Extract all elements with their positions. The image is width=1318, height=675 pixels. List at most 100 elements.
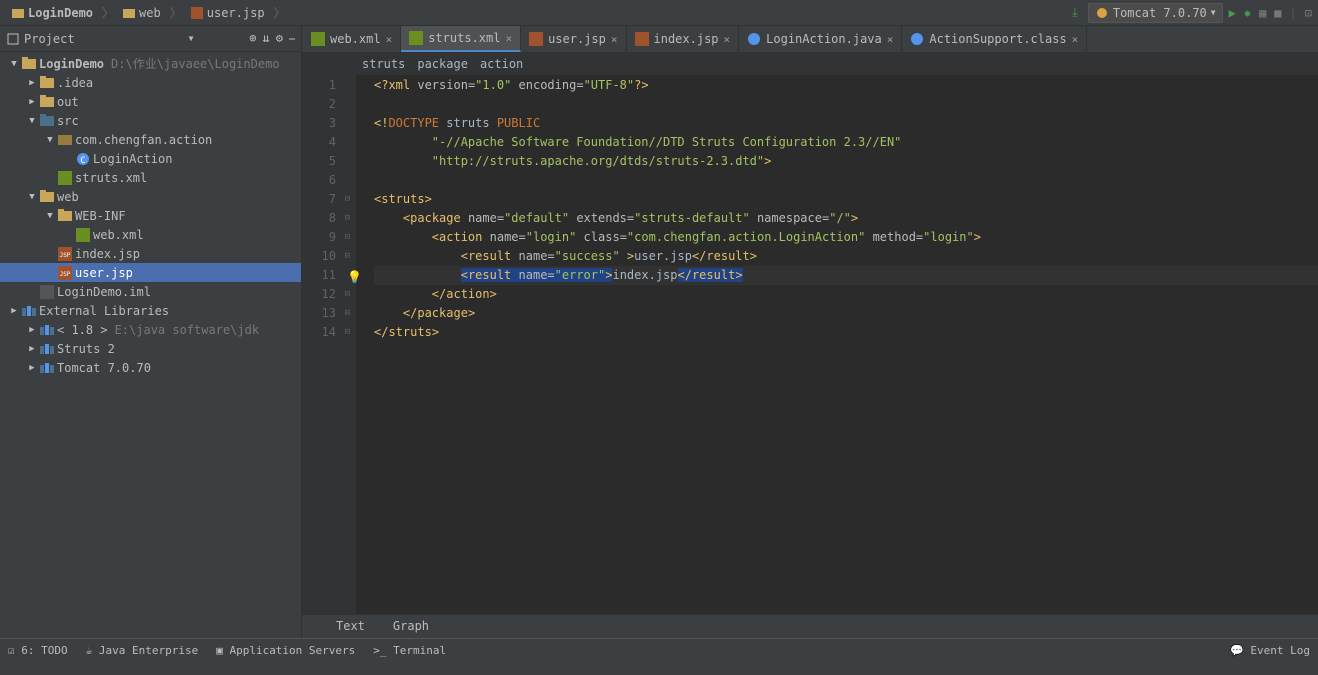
gutter-line[interactable]: 9⊟ [302, 228, 336, 247]
jsp-icon: JSP [58, 266, 72, 280]
crumb-item[interactable]: struts [362, 57, 405, 71]
stop-button[interactable]: ■ [1274, 6, 1281, 20]
view-tab-graph[interactable]: Graph [379, 615, 443, 638]
tree-arrow-icon[interactable]: ▼ [45, 135, 55, 145]
tab-actionsupport-class[interactable]: ActionSupport.class× [902, 26, 1087, 52]
collapse-icon[interactable]: ⇊ [263, 31, 270, 46]
status-java-ee[interactable]: ☕ Java Enterprise [86, 644, 199, 657]
tab-loginaction-java[interactable]: LoginAction.java× [739, 26, 902, 52]
tab-web-xml[interactable]: web.xml× [303, 26, 401, 52]
iml-icon [40, 285, 54, 299]
gutter-line[interactable]: 13⊟ [302, 304, 336, 323]
gutter-line[interactable]: 3 [302, 114, 336, 133]
gutter-line[interactable]: 2 [302, 95, 336, 114]
status-todo[interactable]: ☑ 6: TODO [8, 644, 68, 657]
close-icon[interactable]: × [1072, 33, 1079, 46]
fold-icon[interactable]: ⊟ [345, 209, 350, 228]
tree-arrow-icon[interactable]: ▶ [27, 78, 37, 88]
editor-breadcrumbs: struts package action [302, 53, 1318, 75]
code-editor[interactable]: 1234567⊟8⊟9⊟10⊟11💡12⊟13⊟14⊟ <?xml versio… [302, 75, 1318, 614]
xml-file-icon [311, 32, 325, 46]
tree-node-logindemo[interactable]: ▼LoginDemoD:\作业\javaee\LoginDemo [0, 54, 301, 73]
svg-text:JSP: JSP [60, 271, 71, 278]
gear-icon[interactable]: ⚙ [276, 31, 283, 46]
tomcat-icon [1095, 6, 1109, 20]
search-button[interactable]: ⊡ [1305, 6, 1312, 20]
lib-icon [40, 342, 54, 356]
tree-node-index-jsp[interactable]: JSPindex.jsp [0, 244, 301, 263]
tree-node-user-jsp[interactable]: JSPuser.jsp [0, 263, 301, 282]
tree-arrow-icon[interactable]: ▶ [27, 344, 37, 354]
tree-arrow-icon[interactable]: ▼ [9, 59, 19, 69]
tree-node--idea[interactable]: ▶.idea [0, 73, 301, 92]
crumb-item[interactable]: action [480, 57, 523, 71]
run-button[interactable]: ▶ [1229, 6, 1236, 20]
tree-arrow-icon[interactable]: ▶ [9, 306, 19, 316]
gutter-line[interactable]: 8⊟ [302, 209, 336, 228]
tree-node---1-8--[interactable]: ▶< 1.8 >E:\java software\jdk [0, 320, 301, 339]
close-icon[interactable]: × [724, 33, 731, 46]
tree-node-src[interactable]: ▼src [0, 111, 301, 130]
hide-icon[interactable]: ⎯ [289, 31, 295, 46]
tab-user-jsp[interactable]: user.jsp× [521, 26, 626, 52]
tab-index-jsp[interactable]: index.jsp× [627, 26, 740, 52]
gutter-line[interactable]: 4 [302, 133, 336, 152]
tree-node-web-xml[interactable]: web.xml [0, 225, 301, 244]
status-terminal[interactable]: >_ Terminal [373, 644, 446, 657]
tree-node-external-libraries[interactable]: ▶External Libraries [0, 301, 301, 320]
tree-arrow-icon[interactable]: ▼ [45, 211, 55, 221]
tree-node-com-chengfan-action[interactable]: ▼com.chengfan.action [0, 130, 301, 149]
fold-icon[interactable]: ⊟ [345, 304, 350, 323]
tree-arrow-icon[interactable]: ▼ [27, 116, 37, 126]
gutter-line[interactable]: 12⊟ [302, 285, 336, 304]
scroll-from-source-icon[interactable]: ⊕ [249, 31, 256, 46]
status-app-servers[interactable]: ▣ Application Servers [216, 644, 355, 657]
gutter-line[interactable]: 10⊟ [302, 247, 336, 266]
build-icon[interactable]: ⤓ [1068, 6, 1082, 20]
tree-node-loginaction[interactable]: CLoginAction [0, 149, 301, 168]
tree-arrow-icon[interactable]: ▶ [27, 363, 37, 373]
tree-arrow-icon[interactable]: ▶ [27, 325, 37, 335]
project-tree[interactable]: ▼LoginDemoD:\作业\javaee\LoginDemo▶.idea▶o… [0, 52, 301, 638]
chevron-right-icon: 〉 [102, 4, 114, 21]
tab-struts-xml[interactable]: struts.xml× [401, 26, 521, 52]
status-event-log[interactable]: 💬 Event Log [1230, 644, 1310, 657]
code-content[interactable]: <?xml version="1.0" encoding="UTF-8"?> <… [356, 75, 1318, 614]
fold-icon[interactable]: ⊟ [345, 247, 350, 266]
fold-icon[interactable]: ⊟ [345, 228, 350, 247]
fold-icon[interactable]: ⊟ [345, 285, 350, 304]
close-icon[interactable]: × [386, 33, 393, 46]
fold-icon[interactable]: ⊟ [345, 190, 350, 209]
gutter-line[interactable]: 1 [302, 76, 336, 95]
sidebar-title[interactable]: Project ▼ [6, 32, 193, 46]
breadcrumb-file[interactable]: user.jsp [185, 4, 271, 22]
tree-arrow-icon[interactable]: ▼ [27, 192, 37, 202]
tree-arrow-icon[interactable]: ▶ [27, 97, 37, 107]
coverage-button[interactable]: ▦ [1259, 6, 1266, 20]
tree-node-web-inf[interactable]: ▼WEB-INF [0, 206, 301, 225]
breadcrumb-project[interactable]: LoginDemo [6, 4, 99, 22]
gutter-line[interactable]: 11💡 [302, 266, 336, 285]
tree-node-struts-2[interactable]: ▶Struts 2 [0, 339, 301, 358]
tree-node-out[interactable]: ▶out [0, 92, 301, 111]
tree-node-logindemo-iml[interactable]: LoginDemo.iml [0, 282, 301, 301]
folder-icon [22, 57, 36, 71]
gutter-line[interactable]: 7⊟ [302, 190, 336, 209]
gutter-line[interactable]: 5 [302, 152, 336, 171]
tree-node-struts-xml[interactable]: struts.xml [0, 168, 301, 187]
debug-button[interactable]: ✸ [1244, 6, 1251, 20]
breadcrumb-folder[interactable]: web [117, 4, 167, 22]
view-tab-text[interactable]: Text [322, 615, 379, 638]
tree-node-tomcat-7-0-70[interactable]: ▶Tomcat 7.0.70 [0, 358, 301, 377]
crumb-item[interactable]: package [417, 57, 468, 71]
tree-node-web[interactable]: ▼web [0, 187, 301, 206]
top-navigation-bar: LoginDemo 〉 web 〉 user.jsp 〉 ⤓ Tomcat 7.… [0, 0, 1318, 26]
jsp-file-icon [191, 7, 203, 19]
close-icon[interactable]: × [611, 33, 618, 46]
run-configuration-selector[interactable]: Tomcat 7.0.70 ▼ [1088, 3, 1223, 23]
close-icon[interactable]: × [505, 32, 512, 45]
gutter-line[interactable]: 14⊟ [302, 323, 336, 342]
gutter-line[interactable]: 6 [302, 171, 336, 190]
fold-icon[interactable]: ⊟ [345, 323, 350, 342]
close-icon[interactable]: × [887, 33, 894, 46]
